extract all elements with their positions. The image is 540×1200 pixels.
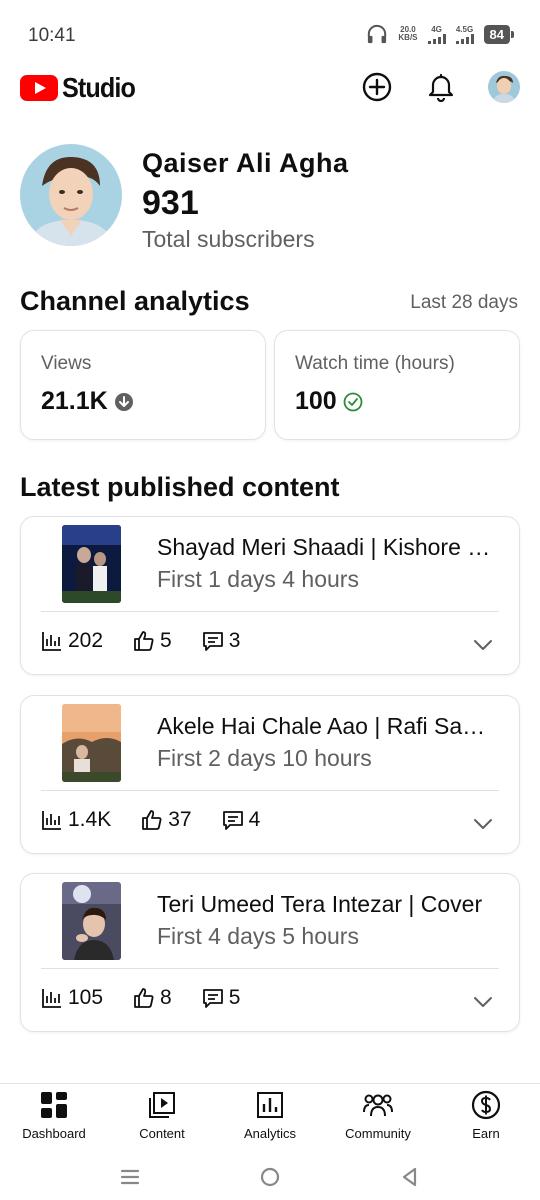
thumbs-up-icon [142, 810, 162, 830]
video-metrics: 1.4K 37 4 [41, 808, 290, 832]
notifications-button[interactable] [424, 70, 458, 104]
thumbs-up-icon [134, 631, 154, 651]
video-thumbnail[interactable] [62, 704, 121, 782]
subscriber-label: Total subscribers [142, 226, 315, 252]
signal-2: 4.5G [455, 25, 474, 44]
chevron-down-icon[interactable] [471, 812, 495, 836]
earn-icon [471, 1090, 501, 1120]
video-title: Teri Umeed Tera Intezar | Cover [157, 891, 483, 917]
nav-earn[interactable]: Earn [432, 1084, 540, 1153]
recent-apps-icon[interactable] [118, 1165, 142, 1189]
check-circle-icon [343, 392, 363, 411]
thumbnail-image [62, 882, 121, 960]
status-bar: 10:41 20.0 KB/S 4G 4.5G 84 [0, 0, 540, 70]
network-speed: 20.0 KB/S [398, 25, 418, 42]
channel-analytics-title: Channel analytics [20, 286, 250, 316]
video-metrics: 105 8 5 [41, 986, 270, 1010]
community-icon [363, 1094, 393, 1117]
views-metric: 202 [41, 629, 103, 653]
nav-dashboard[interactable]: Dashboard [0, 1084, 108, 1153]
comments-metric: 4 [222, 808, 260, 832]
bell-icon [428, 73, 454, 102]
video-age: First 2 days 10 hours [157, 745, 372, 771]
home-icon[interactable] [258, 1165, 282, 1189]
views-label: Views [41, 353, 92, 374]
video-age: First 4 days 5 hours [157, 923, 359, 949]
channel-profile: Qaiser Ali Agha 931 Total subscribers [20, 144, 520, 254]
back-icon[interactable] [398, 1165, 422, 1189]
thumbnail-image [62, 525, 121, 603]
nav-community[interactable]: Community [324, 1084, 432, 1153]
likes-metric: 8 [133, 986, 172, 1010]
arrow-down-circle-icon [114, 392, 133, 411]
views-card[interactable]: Views 21.1K [20, 330, 266, 440]
video-metrics: 202 5 3 [41, 629, 270, 653]
comment-icon [202, 989, 223, 1008]
subscriber-count: 931 [142, 184, 199, 222]
signal-1: 4G [427, 25, 446, 44]
studio-logo[interactable]: Studio [20, 72, 143, 104]
headphone-icon [368, 24, 387, 44]
comments-metric: 5 [202, 986, 240, 1010]
chevron-down-icon[interactable] [471, 990, 495, 1014]
watch-time-value: 100 [295, 387, 337, 415]
comment-icon [222, 811, 243, 830]
channel-avatar[interactable] [20, 144, 122, 246]
video-age: First 1 days 4 hours [157, 566, 359, 592]
content-icon [149, 1092, 175, 1118]
divider [41, 968, 499, 969]
bar-chart-icon [42, 989, 61, 1008]
divider [41, 790, 499, 791]
divider [41, 611, 499, 612]
latest-content-title: Latest published content [20, 472, 340, 502]
dashboard-icon [41, 1092, 67, 1118]
app-actions [360, 70, 520, 104]
chevron-down-icon[interactable] [471, 633, 495, 657]
status-icons: 20.0 KB/S 4G 4.5G 84 [366, 24, 515, 44]
avatar-image [488, 71, 520, 103]
add-circle-icon [362, 72, 392, 102]
youtube-logo-icon [20, 75, 58, 101]
likes-metric: 37 [141, 808, 192, 832]
account-avatar[interactable] [488, 71, 520, 103]
analytics-icon [257, 1092, 283, 1118]
views-metric: 105 [41, 986, 103, 1010]
video-card[interactable]: Shayad Meri Shaadi | Kishore Kumar First… [20, 516, 520, 675]
comments-metric: 3 [202, 629, 240, 653]
video-title: Shayad Meri Shaadi | Kishore Kumar [157, 534, 497, 560]
views-metric: 1.4K [41, 808, 111, 832]
video-title: Akele Hai Chale Aao | Rafi Sahab [157, 713, 497, 739]
likes-metric: 5 [133, 629, 172, 653]
bottom-nav: Dashboard Content Analytics Community Ea… [0, 1083, 540, 1153]
system-nav [0, 1153, 540, 1200]
signal-bars-icon [455, 33, 474, 44]
video-card[interactable]: Akele Hai Chale Aao | Rafi Sahab First 2… [20, 695, 520, 854]
battery-indicator: 84 [483, 24, 515, 44]
analytics-period: Last 28 days [410, 292, 518, 313]
bar-chart-icon [42, 632, 61, 651]
nav-content[interactable]: Content [108, 1084, 216, 1153]
channel-avatar-image [20, 144, 122, 246]
watch-time-label: Watch time (hours) [295, 353, 455, 374]
bar-chart-icon [42, 811, 61, 830]
video-thumbnail[interactable] [62, 882, 121, 960]
thumbnail-image [62, 704, 121, 782]
thumbs-up-icon [134, 988, 154, 1008]
create-button[interactable] [360, 70, 394, 104]
video-card[interactable]: Teri Umeed Tera Intezar | Cover First 4 … [20, 873, 520, 1032]
watch-time-card[interactable]: Watch time (hours) 100 [274, 330, 520, 440]
studio-logo-text: Studio [62, 72, 136, 103]
views-value: 21.1K [41, 387, 108, 415]
video-thumbnail[interactable] [62, 525, 121, 603]
app-bar: Studio [0, 66, 540, 112]
nav-analytics[interactable]: Analytics [216, 1084, 324, 1153]
comment-icon [202, 632, 223, 651]
channel-name: Qaiser Ali Agha [142, 148, 349, 178]
signal-bars-icon [427, 33, 446, 44]
status-time: 10:41 [28, 25, 76, 46]
